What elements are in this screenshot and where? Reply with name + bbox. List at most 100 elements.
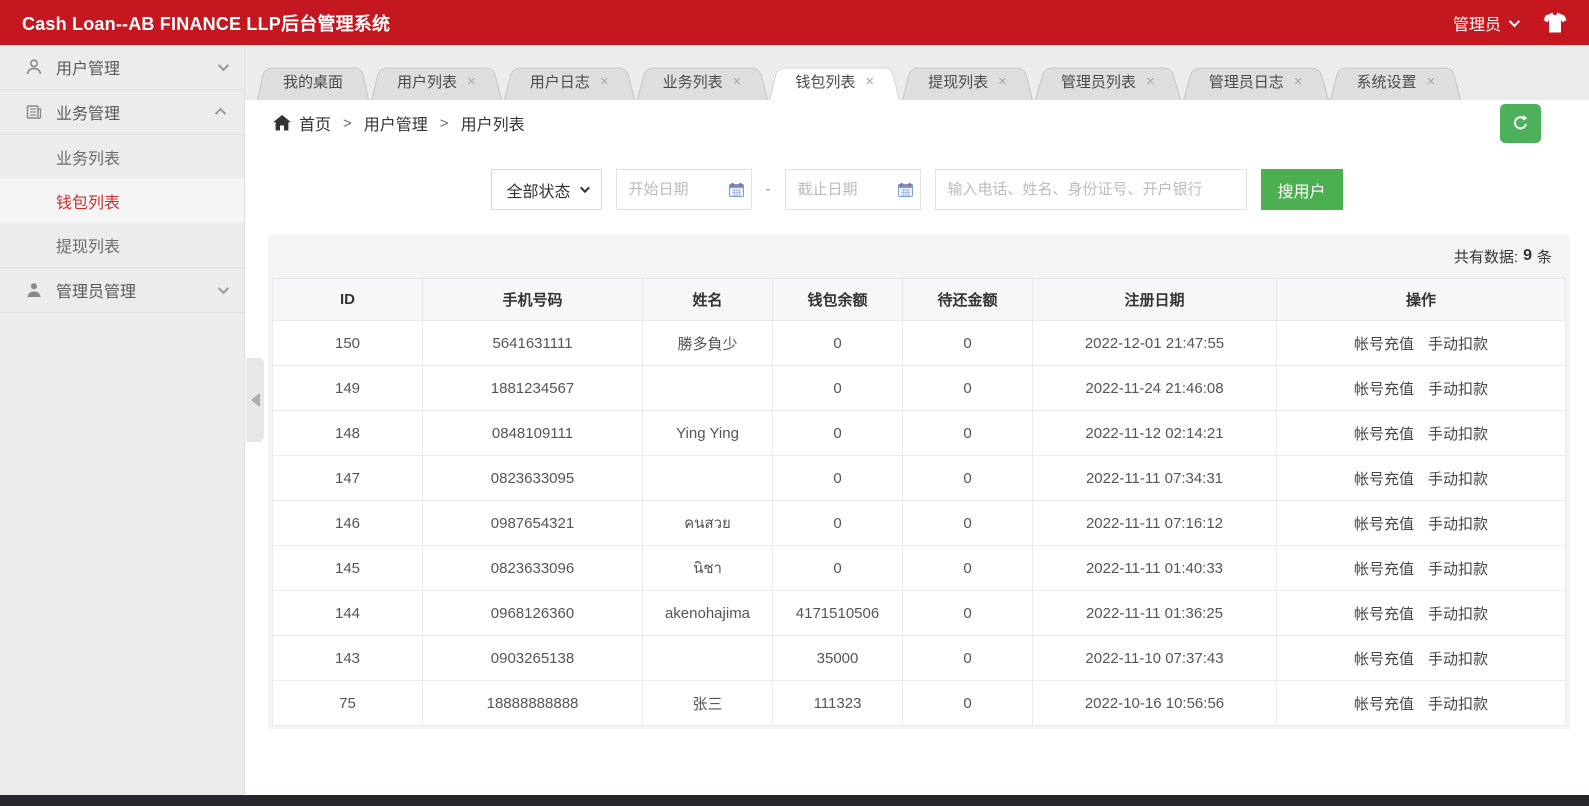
cell-balance: 0 <box>772 500 903 546</box>
end-date-wrapper <box>784 169 921 210</box>
cell-balance: 0 <box>772 455 903 501</box>
date-range-separator: - <box>765 181 771 198</box>
tab-withdraw-list[interactable]: 提现列表 × <box>902 63 1033 100</box>
tab-wallet-list[interactable]: 钱包列表 × <box>769 63 900 100</box>
cell-balance: 0 <box>772 545 903 591</box>
tab-label: 管理员日志 <box>1208 74 1284 91</box>
cell-phone: 0823633096 <box>422 545 643 591</box>
close-icon[interactable]: × <box>600 74 609 89</box>
tab-label: 钱包列表 <box>795 74 856 91</box>
chevron-down-icon <box>1508 15 1521 27</box>
cell-name <box>642 365 773 411</box>
tab-label: 业务列表 <box>662 74 723 91</box>
search-user-button[interactable]: 搜用户 <box>1260 169 1343 210</box>
cell-actions: 帐号充值 手动扣款 <box>1276 635 1566 681</box>
col-header-register-date: 注册日期 <box>1032 278 1277 321</box>
tab-my-desktop[interactable]: 我的桌面 <box>257 63 369 100</box>
status-select[interactable]: 全部状态 <box>491 169 602 210</box>
deduct-link[interactable]: 手动扣款 <box>1428 696 1488 713</box>
cell-actions: 帐号充值 手动扣款 <box>1276 680 1566 726</box>
cell-due: 0 <box>902 410 1033 456</box>
table-row: 144 0968126360 akenohajima 4171510506 0 2022-… <box>272 590 1566 636</box>
cell-balance: 35000 <box>772 635 903 681</box>
tab-admin-log[interactable]: 管理员日志 × <box>1183 63 1329 100</box>
cell-date: 2022-11-11 07:16:12 <box>1032 500 1277 546</box>
deduct-link[interactable]: 手动扣款 <box>1428 651 1488 668</box>
tab-user-log[interactable]: 用户日志 × <box>504 63 635 100</box>
recharge-link[interactable]: 帐号充值 <box>1354 696 1414 713</box>
table-row: 145 0823633096 นิชา 0 0 2022-11-11 01:40:33 帐号… <box>272 545 1566 591</box>
admin-dropdown[interactable]: 管理员 <box>1453 11 1521 35</box>
home-icon <box>273 115 291 131</box>
sidebar-item-business-management[interactable]: 业务管理 <box>0 90 244 135</box>
chevron-down-icon <box>217 282 230 295</box>
sidebar-item-user-management[interactable]: 用户管理 <box>0 45 244 90</box>
cell-balance: 0 <box>772 410 903 456</box>
col-header-actions: 操作 <box>1276 278 1566 321</box>
cell-date: 2022-11-10 07:37:43 <box>1032 635 1277 681</box>
recharge-link[interactable]: 帐号充值 <box>1354 516 1414 533</box>
deduct-link[interactable]: 手动扣款 <box>1428 336 1488 353</box>
refresh-button[interactable] <box>1500 103 1541 143</box>
chevron-down-icon <box>217 59 230 72</box>
sidebar-item-label: 用户管理 <box>56 61 121 78</box>
deduct-link[interactable]: 手动扣款 <box>1428 381 1488 398</box>
close-icon[interactable]: × <box>1427 74 1436 89</box>
close-icon[interactable]: × <box>467 74 476 89</box>
search-input[interactable] <box>934 169 1247 210</box>
close-icon[interactable]: × <box>998 74 1007 89</box>
cell-due: 0 <box>902 320 1033 366</box>
sidebar-item-admin-management[interactable]: 管理员管理 <box>0 268 244 313</box>
recharge-link[interactable]: 帐号充值 <box>1354 651 1414 668</box>
breadcrumb: 首页 > 用户管理 > 用户列表 <box>245 100 1589 146</box>
tab-business-list[interactable]: 业务列表 × <box>637 63 768 100</box>
wallet-table: ID 手机号码 姓名 钱包余额 待还金额 注册日期 操作 150 56416311… <box>272 278 1566 726</box>
sidebar-item-business-list[interactable]: 业务列表 <box>0 135 244 179</box>
calendar-icon[interactable] <box>728 182 744 197</box>
recharge-link[interactable]: 帐号充值 <box>1354 381 1414 398</box>
tab-admin-list[interactable]: 管理员列表 × <box>1035 63 1181 100</box>
cell-id: 147 <box>272 455 423 501</box>
recharge-link[interactable]: 帐号充值 <box>1354 606 1414 623</box>
table-row: 148 0848109111 Ying Ying 0 0 2022-11-12 02:14… <box>272 410 1566 456</box>
chevron-down-icon <box>579 183 590 194</box>
breadcrumb-home[interactable]: 首页 <box>299 111 331 135</box>
tshirt-icon[interactable] <box>1543 12 1567 34</box>
deduct-link[interactable]: 手动扣款 <box>1428 516 1488 533</box>
cell-date: 2022-10-16 10:56:56 <box>1032 680 1277 726</box>
recharge-link[interactable]: 帐号充值 <box>1354 561 1414 578</box>
sidebar-collapse-handle[interactable] <box>246 358 264 442</box>
deduct-link[interactable]: 手动扣款 <box>1428 561 1488 578</box>
sidebar-item-withdraw-list[interactable]: 提现列表 <box>0 223 244 267</box>
deduct-link[interactable]: 手动扣款 <box>1428 606 1488 623</box>
cell-actions: 帐号充值 手动扣款 <box>1276 500 1566 546</box>
deduct-link[interactable]: 手动扣款 <box>1428 426 1488 443</box>
cell-date: 2022-11-11 01:40:33 <box>1032 545 1277 591</box>
breadcrumb-user-management[interactable]: 用户管理 <box>364 111 428 135</box>
table-row: 149 1881234567 0 0 2022-11-24 21:46:08 帐号充值 手动… <box>272 365 1566 411</box>
close-icon[interactable]: × <box>733 74 742 89</box>
close-icon[interactable]: × <box>865 74 874 89</box>
sidebar-item-label: 钱包列表 <box>56 194 121 212</box>
calendar-icon[interactable] <box>897 182 913 197</box>
recharge-link[interactable]: 帐号充值 <box>1354 336 1414 353</box>
close-icon[interactable]: × <box>1294 74 1303 89</box>
sidebar-item-label: 业务管理 <box>56 106 121 123</box>
business-submenu: 业务列表 钱包列表 提现列表 <box>0 135 244 268</box>
cell-phone: 0903265138 <box>422 635 643 681</box>
tab-user-list[interactable]: 用户列表 × <box>371 63 502 100</box>
breadcrumb-user-list[interactable]: 用户列表 <box>461 111 525 135</box>
tab-system-settings[interactable]: 系统设置 × <box>1330 63 1461 100</box>
user-icon <box>24 59 44 75</box>
body-row: 用户管理 业务管理 业务列表 钱包列表 提现列表 管理员管理 我的桌面 用户列表… <box>0 45 1589 795</box>
cell-id: 150 <box>272 320 423 366</box>
recharge-link[interactable]: 帐号充值 <box>1354 471 1414 488</box>
sidebar-item-wallet-list[interactable]: 钱包列表 <box>0 179 244 223</box>
close-icon[interactable]: × <box>1146 74 1155 89</box>
deduct-link[interactable]: 手动扣款 <box>1428 471 1488 488</box>
col-header-id: ID <box>272 278 423 321</box>
tab-label: 用户列表 <box>397 74 458 91</box>
recharge-link[interactable]: 帐号充值 <box>1354 426 1414 443</box>
chevron-up-icon <box>214 107 227 120</box>
cell-date: 2022-11-11 01:36:25 <box>1032 590 1277 636</box>
